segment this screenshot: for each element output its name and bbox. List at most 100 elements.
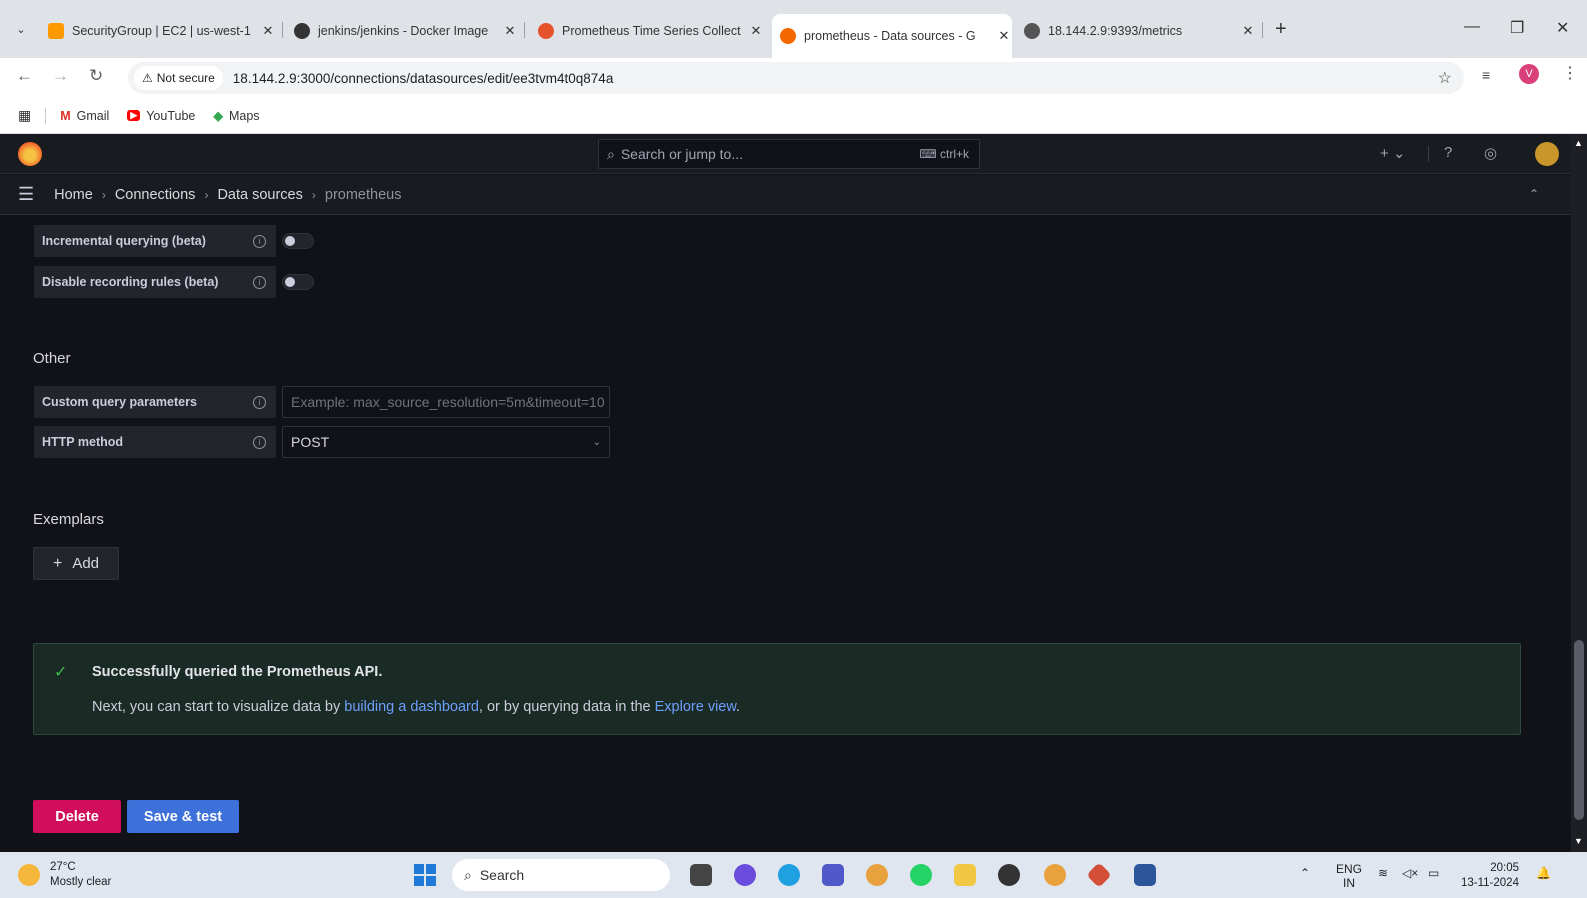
git-icon[interactable]: [1086, 862, 1112, 888]
tab-prometheus-docs[interactable]: Prometheus Time Series Collect ✕: [530, 16, 764, 46]
docker-favicon-icon: [294, 23, 310, 39]
volume-icon[interactable]: ◁×: [1402, 866, 1418, 880]
scroll-down-icon[interactable]: ▼: [1574, 836, 1583, 846]
weather-widget[interactable]: 27°C Mostly clear: [18, 860, 111, 890]
help-icon[interactable]: ?: [1444, 144, 1452, 161]
bookmark-star-icon[interactable]: ☆: [1438, 68, 1452, 88]
warning-icon: ⚠: [142, 71, 153, 85]
forward-icon[interactable]: →: [52, 66, 69, 86]
globe-favicon-icon: [1024, 23, 1040, 39]
http-method-select[interactable]: POST ⌄: [282, 426, 610, 458]
scroll-up-icon[interactable]: ▲: [1574, 138, 1583, 148]
info-icon[interactable]: i: [253, 395, 266, 409]
search-icon: ⌕: [607, 145, 615, 162]
add-exemplar-button[interactable]: + Add: [33, 547, 119, 580]
bookmark-gmail[interactable]: M Gmail: [60, 109, 109, 123]
tab-close-icon[interactable]: ✕: [1240, 23, 1256, 39]
omnibox[interactable]: ⚠ Not secure 18.144.2.9:3000/connections…: [128, 62, 1464, 94]
info-icon[interactable]: i: [253, 275, 266, 289]
tab-title: SecurityGroup | EC2 | us-west-1: [72, 24, 251, 38]
address-bar-row: ← → ↻ ⚠ Not secure 18.144.2.9:3000/conne…: [0, 58, 1587, 98]
field-label: Incremental querying (beta) i: [34, 225, 276, 257]
tab-close-icon[interactable]: ✕: [996, 28, 1012, 44]
tab-jenkins[interactable]: jenkins/jenkins - Docker Image ✕: [286, 16, 518, 46]
explore-view-link[interactable]: Explore view: [655, 699, 736, 715]
chevron-right-icon: ›: [204, 187, 209, 202]
tab-grafana-datasource[interactable]: prometheus - Data sources - G ✕: [772, 14, 1012, 58]
windows-start-icon[interactable]: [414, 864, 436, 886]
info-icon[interactable]: i: [253, 234, 266, 248]
build-dashboard-link[interactable]: building a dashboard: [344, 699, 479, 715]
notification-bell-icon[interactable]: 🔔: [1536, 866, 1551, 880]
bookmark-youtube[interactable]: ▶ YouTube: [127, 109, 195, 123]
breadcrumb-home[interactable]: Home: [54, 187, 93, 203]
field-label: HTTP method i: [34, 426, 276, 458]
add-new-icon[interactable]: + ⌄: [1380, 144, 1406, 162]
security-chip[interactable]: ⚠ Not secure: [134, 66, 223, 90]
taskbar-search[interactable]: ⌕ Search: [452, 859, 670, 891]
save-test-button[interactable]: Save & test: [127, 800, 239, 833]
search-icon: ⌕: [464, 866, 472, 883]
scrollbar-thumb[interactable]: [1574, 640, 1584, 820]
task-view-icon[interactable]: [690, 864, 712, 886]
incremental-querying-toggle[interactable]: [282, 233, 314, 249]
security-label: Not secure: [156, 71, 215, 85]
custom-query-input[interactable]: Example: max_source_resolution=5m&timeou…: [282, 386, 610, 418]
url-text[interactable]: 18.144.2.9:3000/connections/datasources/…: [233, 71, 614, 86]
whatsapp-icon[interactable]: [910, 864, 932, 886]
tab-close-icon[interactable]: ✕: [748, 23, 764, 39]
youtube-icon: ▶: [127, 110, 141, 121]
alert-title: Successfully queried the Prometheus API.: [92, 664, 383, 680]
media-player-icon[interactable]: [998, 864, 1020, 886]
clock[interactable]: 20:05 13-11-2024: [1461, 861, 1519, 891]
info-icon[interactable]: i: [253, 435, 266, 449]
news-feed-icon[interactable]: ◎: [1484, 144, 1497, 162]
profile-avatar[interactable]: V: [1519, 64, 1539, 84]
browser-menu-icon[interactable]: ⋮: [1562, 63, 1578, 83]
reading-list-icon[interactable]: ≡: [1482, 67, 1490, 83]
maps-icon: ◆: [213, 109, 223, 123]
grafana-favicon-icon: [780, 28, 796, 44]
close-window-icon[interactable]: ✕: [1556, 18, 1569, 38]
copilot-icon[interactable]: [734, 864, 756, 886]
file-explorer-icon[interactable]: [954, 864, 976, 886]
new-tab-button[interactable]: +: [1275, 18, 1287, 41]
battery-icon[interactable]: ▭: [1428, 866, 1439, 880]
apps-grid-icon[interactable]: ▦: [18, 107, 31, 124]
search-input[interactable]: ⌕ Search or jump to... ⌨ ctrl+k: [598, 139, 980, 169]
chevron-up-icon[interactable]: ⌃: [1529, 187, 1539, 201]
temperature: 27°C: [50, 861, 76, 873]
tab-metrics[interactable]: 18.144.2.9:9393/metrics ✕: [1016, 16, 1256, 46]
word-icon[interactable]: [1134, 864, 1156, 886]
keyboard-shortcut: ⌨ ctrl+k: [919, 147, 969, 161]
disable-recording-rules-toggle[interactable]: [282, 274, 314, 290]
tab-securitygroup[interactable]: SecurityGroup | EC2 | us-west-1 ✕: [40, 16, 276, 46]
section-heading-other: Other: [33, 350, 71, 367]
chrome-icon[interactable]: [866, 864, 888, 886]
tab-close-icon[interactable]: ✕: [260, 23, 276, 39]
restore-icon[interactable]: ❐: [1510, 18, 1524, 38]
teams-icon[interactable]: [822, 864, 844, 886]
bookmark-maps[interactable]: ◆ Maps: [213, 108, 259, 124]
grafana-logo-icon[interactable]: [18, 142, 42, 166]
menu-toggle-icon[interactable]: ☰: [18, 184, 34, 205]
tab-title: jenkins/jenkins - Docker Image: [318, 24, 489, 38]
select-value: POST: [291, 434, 330, 450]
minimize-icon[interactable]: —: [1464, 18, 1480, 36]
tab-search-icon[interactable]: ⌄: [10, 18, 32, 40]
delete-button[interactable]: Delete: [33, 800, 121, 833]
breadcrumb-data-sources[interactable]: Data sources: [217, 187, 302, 203]
chevron-up-icon[interactable]: ⌃: [1300, 866, 1310, 880]
tab-title: 18.144.2.9:9393/metrics: [1048, 24, 1183, 38]
field-label: Disable recording rules (beta) i: [34, 266, 276, 298]
breadcrumb-connections[interactable]: Connections: [115, 187, 196, 203]
chrome-profile-icon[interactable]: [1044, 864, 1066, 886]
user-avatar[interactable]: [1535, 142, 1559, 166]
weather-icon: [18, 864, 40, 886]
reload-icon[interactable]: ↻: [89, 66, 103, 86]
tab-close-icon[interactable]: ✕: [502, 23, 518, 39]
wifi-icon[interactable]: ≋: [1378, 866, 1388, 880]
back-icon[interactable]: ←: [16, 66, 33, 86]
language-indicator[interactable]: ENG IN: [1336, 862, 1362, 890]
edge-icon[interactable]: [778, 864, 800, 886]
